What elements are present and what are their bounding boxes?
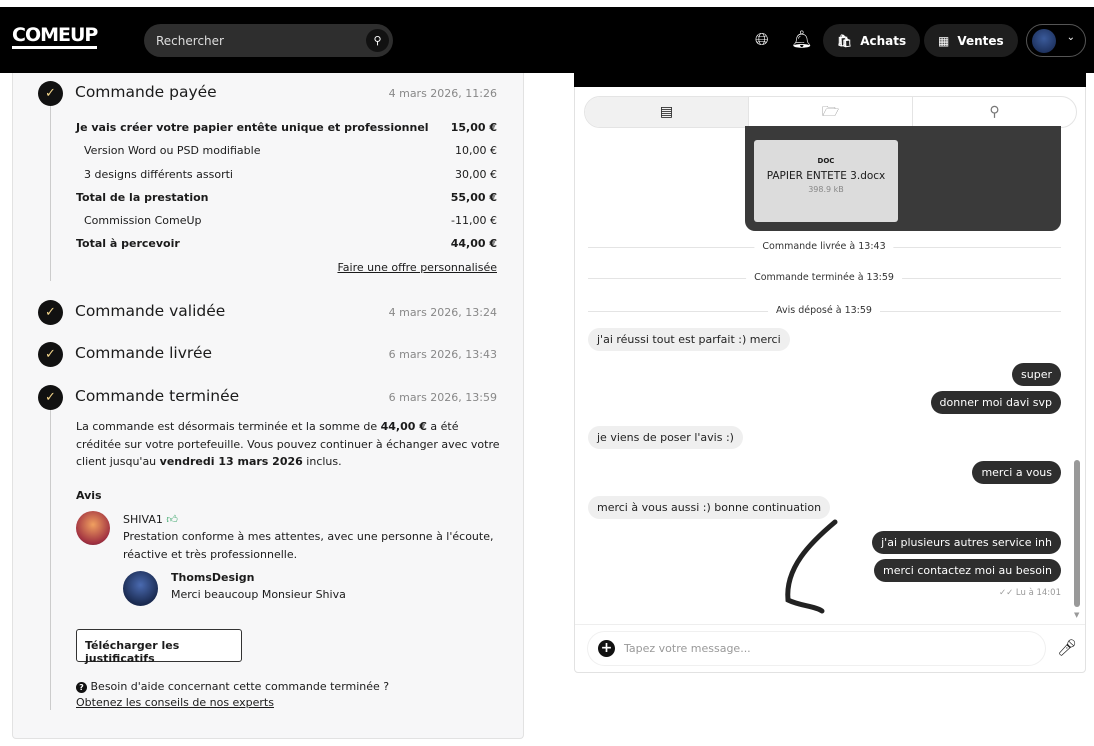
globe-icon[interactable]: 🌐︎ — [755, 30, 769, 50]
step-date: 6 mars 2026, 13:43 — [388, 348, 497, 361]
message-received: je viens de poser l'avis :) — [588, 426, 743, 449]
line-item: Je vais créer votre papier entête unique… — [76, 121, 497, 134]
microphone-icon[interactable]: 🎤︎ — [1057, 638, 1077, 657]
message-sent: merci a vous — [972, 461, 1061, 484]
total-line: Total de la prestation 55,00 € — [76, 191, 497, 204]
step-date: 4 mars 2026, 11:26 — [388, 87, 497, 100]
chat-tabs: ▤ 🗁︎ ⚲ — [584, 96, 1077, 128]
net-total-line: Total à percevoir 44,00 € — [76, 237, 497, 250]
check-icon: ✓ — [38, 300, 63, 325]
tab-files[interactable]: 🗁︎ — [748, 97, 912, 127]
file-size: 398.9 kB — [808, 185, 844, 194]
line-item: Version Word ou PSD modifiable 10,00 € — [84, 144, 497, 157]
message-placeholder: Tapez votre message... — [624, 642, 751, 655]
reviewer-avatar — [76, 511, 110, 545]
double-check-icon: ✓✓ — [998, 588, 1014, 598]
experts-advice-link[interactable]: Obtenez les conseils de nos experts — [76, 696, 274, 709]
message-received: j'ai réussi tout est parfait :) merci — [588, 328, 790, 351]
step-title: Commande terminée — [75, 387, 240, 405]
message-sent: donner moi davi svp — [930, 391, 1061, 414]
completion-text: La commande est désormais terminée et la… — [76, 420, 500, 468]
step-title: Commande livrée — [75, 344, 213, 362]
timeline-line — [50, 410, 51, 710]
chat-scrollbar[interactable] — [1074, 460, 1080, 607]
custom-offer-link[interactable]: Faire une offre personnalisée — [337, 261, 497, 274]
event-label: Avis déposé à 13:59 — [768, 305, 880, 316]
hand-drawn-mark — [785, 519, 838, 614]
search-icon[interactable]: ⚲ — [366, 29, 389, 52]
step-title: Commande payée — [75, 83, 217, 101]
help-icon: ? — [76, 682, 87, 693]
reply-text: Merci beaucoup Monsieur Shiva — [171, 588, 346, 601]
doc-file-icon: DOC — [817, 157, 835, 165]
avatar — [1032, 29, 1056, 53]
achats-label: Achats — [860, 33, 907, 48]
check-icon: ✓ — [38, 385, 63, 410]
thumbs-up-icon: 👍︎ — [166, 513, 178, 526]
check-icon: ✓ — [38, 342, 63, 367]
timeline-line — [50, 106, 51, 281]
bell-icon[interactable]: 🔔︎ — [791, 30, 813, 50]
search-icon: ⚲ — [989, 104, 1000, 120]
event-label: Commande terminée à 13:59 — [746, 272, 902, 283]
read-receipt: ✓✓ Lu à 14:01 — [998, 588, 1061, 598]
comeup-logo[interactable]: COMEUP — [12, 26, 98, 49]
message-sent: j'ai plusieurs autres service inh — [872, 531, 1061, 554]
reviewer-name: SHIVA1 👍︎ — [123, 513, 178, 526]
step-date: 4 mars 2026, 13:24 — [388, 306, 497, 319]
chat-icon: ▤ — [659, 104, 674, 120]
scroll-down-icon[interactable]: ▼ — [1074, 611, 1079, 619]
header-extension — [574, 73, 1086, 87]
step-date: 6 mars 2026, 13:59 — [388, 391, 497, 404]
review-text: Prestation conforme à mes attentes, avec… — [123, 530, 494, 561]
ventes-button[interactable]: ▦ Ventes — [924, 24, 1018, 57]
check-icon: ✓ — [38, 81, 63, 106]
search-input[interactable]: Rechercher ⚲ — [144, 24, 393, 57]
ventes-label: Ventes — [957, 33, 1004, 48]
shopping-bag-icon: 🛍︎ — [837, 33, 853, 48]
account-menu[interactable]: ⌄ — [1026, 24, 1086, 57]
tab-search[interactable]: ⚲ — [912, 97, 1076, 127]
commission-line: Commission ComeUp -11,00 € — [84, 214, 497, 227]
message-received: merci à vous aussi :) bonne continuation — [588, 496, 831, 519]
divider — [575, 624, 1085, 625]
file-attachment[interactable]: DOC PAPIER ENTETE 3.docx 398.9 kB — [754, 140, 898, 222]
file-name: PAPIER ENTETE 3.docx — [766, 170, 886, 182]
line-item: 3 designs différents assorti 30,00 € — [84, 168, 497, 181]
message-input[interactable]: + Tapez votre message... — [588, 632, 1045, 665]
download-receipts-button[interactable]: Télécharger les justificatifs — [76, 629, 242, 665]
achats-button[interactable]: 🛍︎ Achats — [823, 24, 921, 57]
message-sent: super — [1012, 363, 1061, 386]
tab-messages[interactable]: ▤ — [585, 97, 748, 127]
event-label: Commande livrée à 13:43 — [754, 241, 894, 252]
reply-author: ThomsDesign — [171, 571, 255, 584]
message-sent: merci contactez moi au besoin — [873, 559, 1061, 582]
review-heading: Avis — [76, 489, 102, 502]
store-icon: ▦ — [938, 33, 950, 48]
chevron-down-icon: ⌄ — [1066, 32, 1075, 43]
step-title: Commande validée — [75, 302, 226, 320]
folder-icon: 🗁︎ — [821, 104, 840, 120]
help-text: ? Besoin d'aide concernant cette command… — [76, 678, 389, 696]
search-placeholder: Rechercher — [156, 34, 224, 48]
seller-avatar — [123, 571, 158, 606]
add-attachment-icon[interactable]: + — [598, 640, 615, 657]
